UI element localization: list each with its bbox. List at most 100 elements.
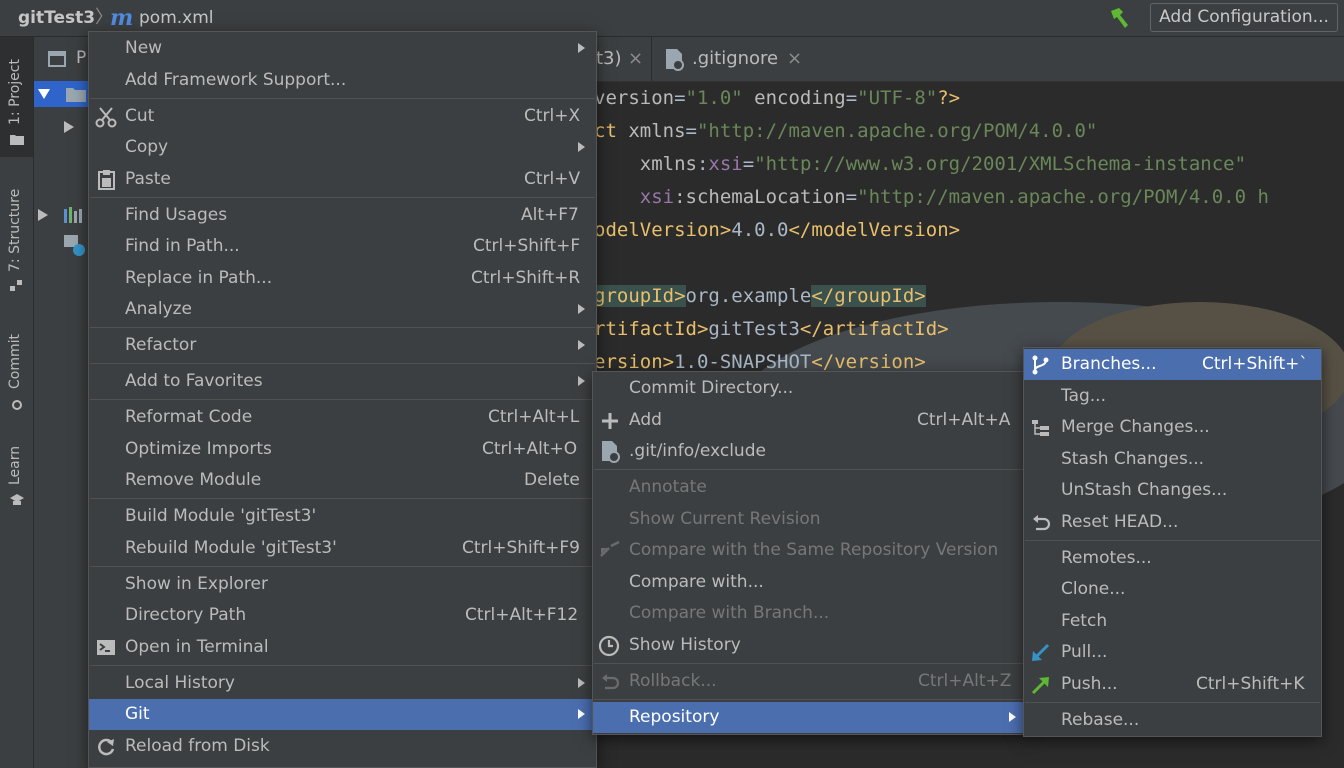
menu-item-stash-changes[interactable]: Stash Changes...	[1024, 444, 1321, 475]
menu-item-shortcut: Ctrl+Alt+A	[917, 410, 1011, 430]
project-view-icon	[48, 51, 66, 67]
menu-item-label: Reset HEAD...	[1061, 512, 1179, 532]
collapsed-arrow-icon[interactable]	[64, 121, 74, 133]
menu-item-commit-directory[interactable]: Commit Directory...	[593, 373, 1024, 404]
code-token: =	[674, 87, 686, 109]
menu-item-label: Branches...	[1061, 354, 1157, 374]
code-line: rtifactId>gitTest3</artifactId>	[594, 314, 949, 344]
menu-item-copy[interactable]: Copy	[89, 132, 596, 163]
project-tree-root-row[interactable]	[34, 81, 94, 107]
commit-tool-button[interactable]: Commit	[0, 317, 33, 417]
code-token: "http://www.w3.org/2001/XMLSchema-instan…	[754, 153, 1247, 175]
code-line: version="1.0" encoding="UTF-8"?>	[594, 83, 960, 113]
menu-item-label: Pull...	[1061, 642, 1108, 662]
menu-item-add[interactable]: Add Ctrl+Alt+A	[593, 405, 1024, 436]
menu-item-push[interactable]: Push... Ctrl+Shift+K	[1024, 669, 1321, 700]
tab-label: .gitignore	[692, 48, 779, 69]
menu-item-open-in-terminal[interactable]: Open in Terminal	[89, 632, 596, 663]
menu-item-compare-same-repo-version: Compare with the Same Repository Version	[593, 535, 1024, 566]
menu-item-remotes[interactable]: Remotes...	[1024, 543, 1321, 574]
code-token: xsi	[594, 186, 675, 208]
menu-item-label: Show Current Revision	[629, 509, 821, 529]
menu-item-replace-in-path[interactable]: Replace in Path... Ctrl+Shift+R	[89, 263, 596, 294]
menu-item-find-usages[interactable]: Find Usages Alt+F7	[89, 200, 596, 231]
menu-separator	[1025, 540, 1320, 541]
menu-item-rebuild-module[interactable]: Rebuild Module 'gitTest3' Ctrl+Shift+F9	[89, 533, 596, 564]
menu-item-pull[interactable]: Pull...	[1024, 637, 1321, 668]
menu-separator	[90, 498, 595, 499]
code-token: </groupId>	[811, 285, 926, 307]
code-line: groupId>org.example</groupId>	[594, 281, 926, 311]
menu-item-new[interactable]: New	[89, 33, 596, 64]
code-token: ersion>	[594, 351, 675, 373]
menu-item-refactor[interactable]: Refactor	[89, 330, 596, 361]
tab-close-icon[interactable]: ×	[628, 37, 643, 81]
menu-item-local-history[interactable]: Local History	[89, 668, 596, 699]
menu-item-clone[interactable]: Clone...	[1024, 574, 1321, 605]
menu-item-paste[interactable]: Paste Ctrl+V	[89, 164, 596, 195]
push-arrow-icon	[1031, 677, 1049, 695]
menu-item-label: Analyze	[125, 299, 192, 319]
menu-item-label: Commit Directory...	[629, 378, 794, 398]
menu-item-add-to-favorites[interactable]: Add to Favorites	[89, 366, 596, 397]
menu-item-tag[interactable]: Tag...	[1024, 381, 1321, 412]
menu-item-label: Remove Module	[125, 470, 262, 490]
menu-item-label: Clone...	[1061, 579, 1126, 599]
ignore-file-icon	[666, 49, 684, 71]
collapsed-arrow-icon[interactable]	[38, 209, 48, 221]
menu-item-rebase[interactable]: Rebase...	[1024, 705, 1321, 736]
menu-item-label: Add	[629, 410, 662, 430]
menu-item-reload-from-disk[interactable]: Reload from Disk	[89, 731, 596, 762]
code-token: =	[845, 87, 858, 109]
menu-item-show-in-explorer[interactable]: Show in Explorer	[89, 569, 596, 600]
submenu-arrow-icon	[578, 43, 585, 53]
expand-arrow-icon[interactable]	[38, 89, 50, 99]
tab-close-icon[interactable]: ×	[787, 37, 802, 81]
learn-icon	[10, 494, 24, 505]
pull-arrow-icon	[1032, 643, 1050, 661]
menu-item-find-in-path[interactable]: Find in Path... Ctrl+Shift+F	[89, 231, 596, 262]
menu-item-remove-module[interactable]: Remove Module Delete	[89, 465, 596, 496]
commit-icon	[12, 400, 22, 410]
menu-item-shortcut: Delete	[524, 470, 580, 490]
menu-item-directory-path[interactable]: Directory Path Ctrl+Alt+F12	[89, 600, 596, 631]
add-configuration-button[interactable]: Add Configuration...	[1150, 3, 1338, 32]
menu-item-repository[interactable]: Repository	[593, 702, 1024, 733]
menu-item-optimize-imports[interactable]: Optimize Imports Ctrl+Alt+O	[89, 434, 596, 465]
structure-tool-button[interactable]: 7: Structure	[0, 172, 33, 297]
submenu-arrow-icon	[578, 142, 585, 152]
menu-item-fetch[interactable]: Fetch	[1024, 606, 1321, 637]
menu-item-git[interactable]: Git	[89, 699, 596, 730]
code-token: </artifactId>	[799, 318, 949, 340]
menu-item-cut[interactable]: Cut Ctrl+X	[89, 101, 596, 132]
code-token: 4.0.0	[731, 219, 789, 241]
rollback-icon	[602, 674, 620, 690]
code-token: xmlns	[594, 153, 697, 175]
menu-item-git-info-exclude[interactable]: .git/info/exclude	[593, 436, 1024, 467]
menu-item-branches[interactable]: Branches... Ctrl+Shift+`	[1024, 349, 1321, 380]
tab-label: t3)	[596, 48, 622, 69]
menu-item-reformat-code[interactable]: Reformat Code Ctrl+Alt+L	[89, 402, 596, 433]
breadcrumb-project[interactable]: gitTest3	[18, 0, 95, 36]
menu-item-add-framework-support[interactable]: Add Framework Support...	[89, 65, 596, 96]
menu-item-show-history[interactable]: Show History	[593, 630, 1024, 661]
project-tool-button[interactable]: 1: Project	[0, 37, 33, 157]
project-context-menu: New Add Framework Support... Cut Ctrl+X C…	[88, 31, 597, 768]
project-panel-header: P	[34, 37, 94, 81]
menu-item-label: Compare with...	[629, 572, 764, 592]
menu-item-compare-with[interactable]: Compare with...	[593, 567, 1024, 598]
hammer-icon[interactable]	[1108, 7, 1132, 29]
code-token: ?>	[937, 87, 961, 109]
menu-item-label: Directory Path	[125, 605, 247, 625]
menu-item-merge-changes[interactable]: Merge Changes...	[1024, 412, 1321, 443]
menu-item-reset-head[interactable]: Reset HEAD...	[1024, 507, 1321, 538]
code-token: "UTF-8"	[857, 87, 938, 109]
learn-tool-button[interactable]: Learn	[0, 437, 33, 517]
menu-item-analyze[interactable]: Analyze	[89, 294, 596, 325]
menu-item-unstash-changes[interactable]: UnStash Changes...	[1024, 475, 1321, 506]
menu-item-rollback: Rollback... Ctrl+Alt+Z	[593, 666, 1024, 697]
menu-item-label: Replace in Path...	[125, 268, 273, 288]
code-token: ct	[594, 120, 629, 142]
code-token: xsi	[708, 153, 743, 175]
menu-item-build-module[interactable]: Build Module 'gitTest3'	[89, 501, 596, 532]
